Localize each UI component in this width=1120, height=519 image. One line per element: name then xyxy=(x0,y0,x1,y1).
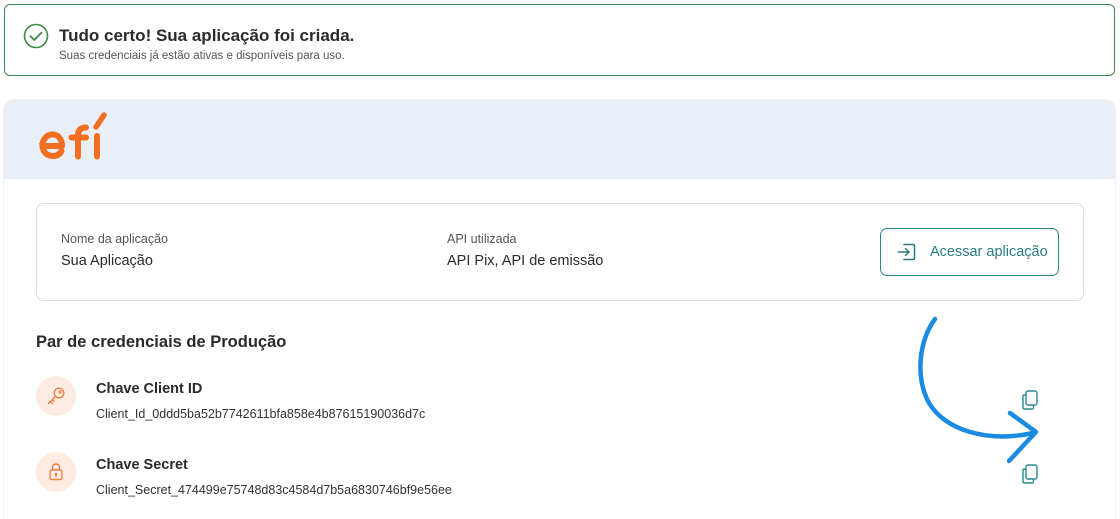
banner-title: Tudo certo! Sua aplicação foi criada. xyxy=(59,26,355,45)
sign-in-icon xyxy=(897,243,916,261)
lock-icon xyxy=(49,463,63,481)
credential-icon-wrapper xyxy=(36,452,76,492)
credential-row-secret: Chave Secret Client_Secret_474499e75748d… xyxy=(36,452,1084,512)
credential-row-client-id: Chave Client ID Client_Id_0ddd5ba52b7742… xyxy=(36,376,1084,436)
copy-client-id-icon[interactable] xyxy=(1018,388,1042,412)
credential-name: Chave Secret xyxy=(96,457,188,473)
api-label: API utilizada xyxy=(447,232,517,246)
credential-name: Chave Client ID xyxy=(96,381,203,397)
access-application-label: Acessar aplicação xyxy=(930,244,1048,260)
key-icon xyxy=(47,387,65,405)
application-info-box: Nome da aplicação Sua Aplicação API util… xyxy=(36,203,1084,301)
check-circle-icon xyxy=(23,23,49,49)
api-value: API Pix, API de emissão xyxy=(447,253,604,269)
copy-secret-icon[interactable] xyxy=(1018,462,1042,486)
credential-value: Client_Id_0ddd5ba52b7742611bfa858e4b8761… xyxy=(96,407,426,421)
application-card: Nome da aplicação Sua Aplicação API util… xyxy=(4,100,1115,519)
card-header xyxy=(4,100,1115,179)
app-name-value: Sua Aplicação xyxy=(61,253,153,269)
success-banner: Tudo certo! Sua aplicação foi criada. Su… xyxy=(4,4,1115,76)
access-application-button[interactable]: Acessar aplicação xyxy=(880,228,1059,276)
credential-icon-wrapper xyxy=(36,376,76,416)
page: Tudo certo! Sua aplicação foi criada. Su… xyxy=(0,0,1120,519)
credentials-section-title: Par de credenciais de Produção xyxy=(36,333,287,351)
efi-logo xyxy=(39,112,107,160)
banner-subtitle: Suas credenciais já estão ativas e dispo… xyxy=(59,50,345,62)
app-name-label: Nome da aplicação xyxy=(61,232,169,246)
credential-value: Client_Secret_474499e75748d83c4584d7b5a6… xyxy=(96,483,452,497)
